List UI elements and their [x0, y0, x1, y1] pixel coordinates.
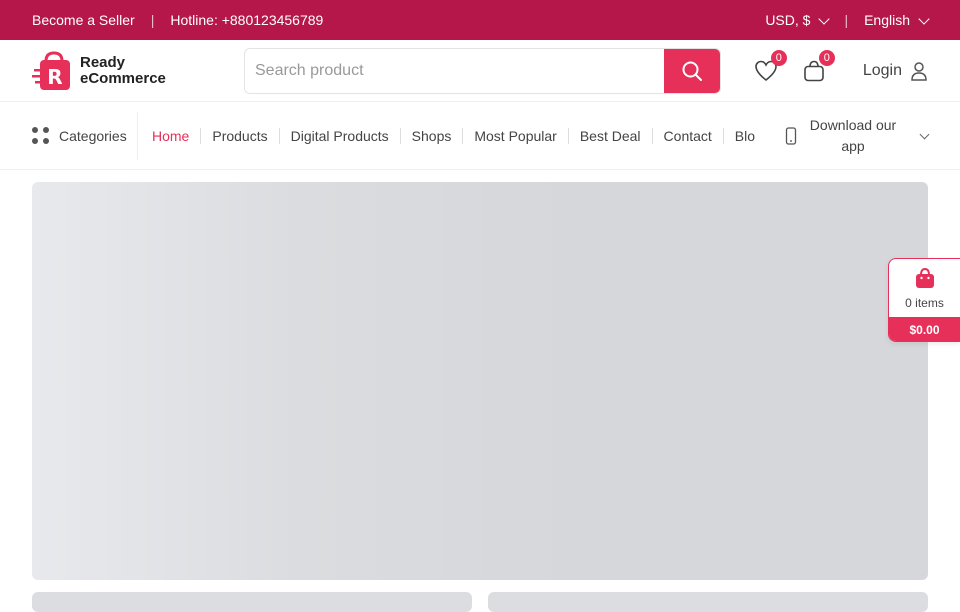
- promo-banner-placeholder-left[interactable]: [32, 592, 472, 612]
- mobile-phone-icon: [785, 126, 797, 145]
- main-nav: Categories Home Products Digital Product…: [0, 102, 960, 170]
- nav-divider: [722, 127, 724, 144]
- logo-line-2: eCommerce: [80, 69, 166, 87]
- cart-button[interactable]: 0: [801, 49, 835, 84]
- top-bar-left: Become a Seller | Hotline: +880123456789: [32, 12, 323, 28]
- site-logo[interactable]: R Ready eCommerce: [32, 49, 244, 93]
- nav-item-best-deal[interactable]: Best Deal: [580, 122, 641, 150]
- shopping-bag-logo-icon: R: [32, 50, 70, 90]
- search-button[interactable]: [664, 48, 720, 93]
- nav-item-contact[interactable]: Contact: [664, 122, 712, 150]
- nav-divider: [651, 127, 653, 144]
- nav-divider: [278, 127, 280, 144]
- download-app-label: Download our app: [809, 116, 897, 154]
- shopping-bag-icon: [915, 267, 934, 288]
- download-app-button[interactable]: Download our app: [785, 115, 930, 157]
- logo-text: Ready eCommerce: [80, 53, 166, 87]
- main-header: R Ready eCommerce 0 0: [0, 40, 960, 102]
- nav-divider: [200, 127, 202, 144]
- user-icon: [911, 61, 927, 81]
- nav-item-most-popular[interactable]: Most Popular: [474, 122, 556, 150]
- chevron-down-icon: [919, 129, 930, 139]
- floating-cart-total: $0.00: [889, 317, 960, 341]
- hero-banner-placeholder[interactable]: [32, 182, 928, 580]
- login-label: Login: [862, 61, 902, 79]
- nav-divider: [462, 127, 464, 144]
- top-bar: Become a Seller | Hotline: +880123456789…: [0, 0, 960, 40]
- become-seller-link[interactable]: Become a Seller: [32, 12, 135, 28]
- nav-divider: [399, 127, 401, 144]
- categories-menu-button[interactable]: Categories: [32, 111, 138, 160]
- currency-selector[interactable]: USD, $: [765, 12, 831, 28]
- search-input[interactable]: [245, 48, 664, 93]
- categories-label: Categories: [59, 127, 127, 144]
- nav-item-home[interactable]: Home: [152, 122, 189, 150]
- floating-cart-widget[interactable]: 0 items $0.00: [888, 258, 960, 342]
- top-bar-divider-right: |: [844, 12, 849, 28]
- nav-menu: Home Products Digital Products Shops Mos…: [152, 122, 762, 150]
- nav-item-products[interactable]: Products: [212, 122, 267, 150]
- search-icon: [682, 61, 702, 81]
- nav-item-digital-products[interactable]: Digital Products: [291, 122, 389, 150]
- wishlist-count-badge: 0: [770, 49, 787, 66]
- language-label: English: [864, 12, 910, 28]
- search-bar: [244, 47, 721, 94]
- header-icons: 0 0 Login: [753, 49, 928, 84]
- wishlist-button[interactable]: 0: [753, 49, 787, 84]
- floating-cart-items: 0 items: [905, 296, 944, 310]
- cart-count-badge: 0: [818, 49, 835, 66]
- promo-banner-placeholder-right[interactable]: [488, 592, 928, 612]
- floating-cart-top: 0 items: [889, 259, 960, 317]
- top-bar-divider: |: [150, 12, 155, 28]
- chevron-down-icon: [818, 12, 831, 25]
- hotline-text: Hotline: +880123456789: [170, 12, 324, 28]
- login-button[interactable]: Login: [863, 61, 928, 81]
- svg-text:R: R: [47, 65, 62, 89]
- top-bar-right: USD, $ | English: [765, 12, 930, 28]
- nav-item-blog[interactable]: Blo: [735, 122, 755, 150]
- nav-item-shops[interactable]: Shops: [412, 122, 452, 150]
- chevron-down-icon: [918, 12, 930, 25]
- logo-line-1: Ready: [80, 53, 126, 71]
- currency-label: USD, $: [765, 12, 811, 28]
- grid-dots-icon: [32, 127, 49, 144]
- nav-divider: [567, 127, 569, 144]
- language-selector[interactable]: English: [864, 12, 930, 28]
